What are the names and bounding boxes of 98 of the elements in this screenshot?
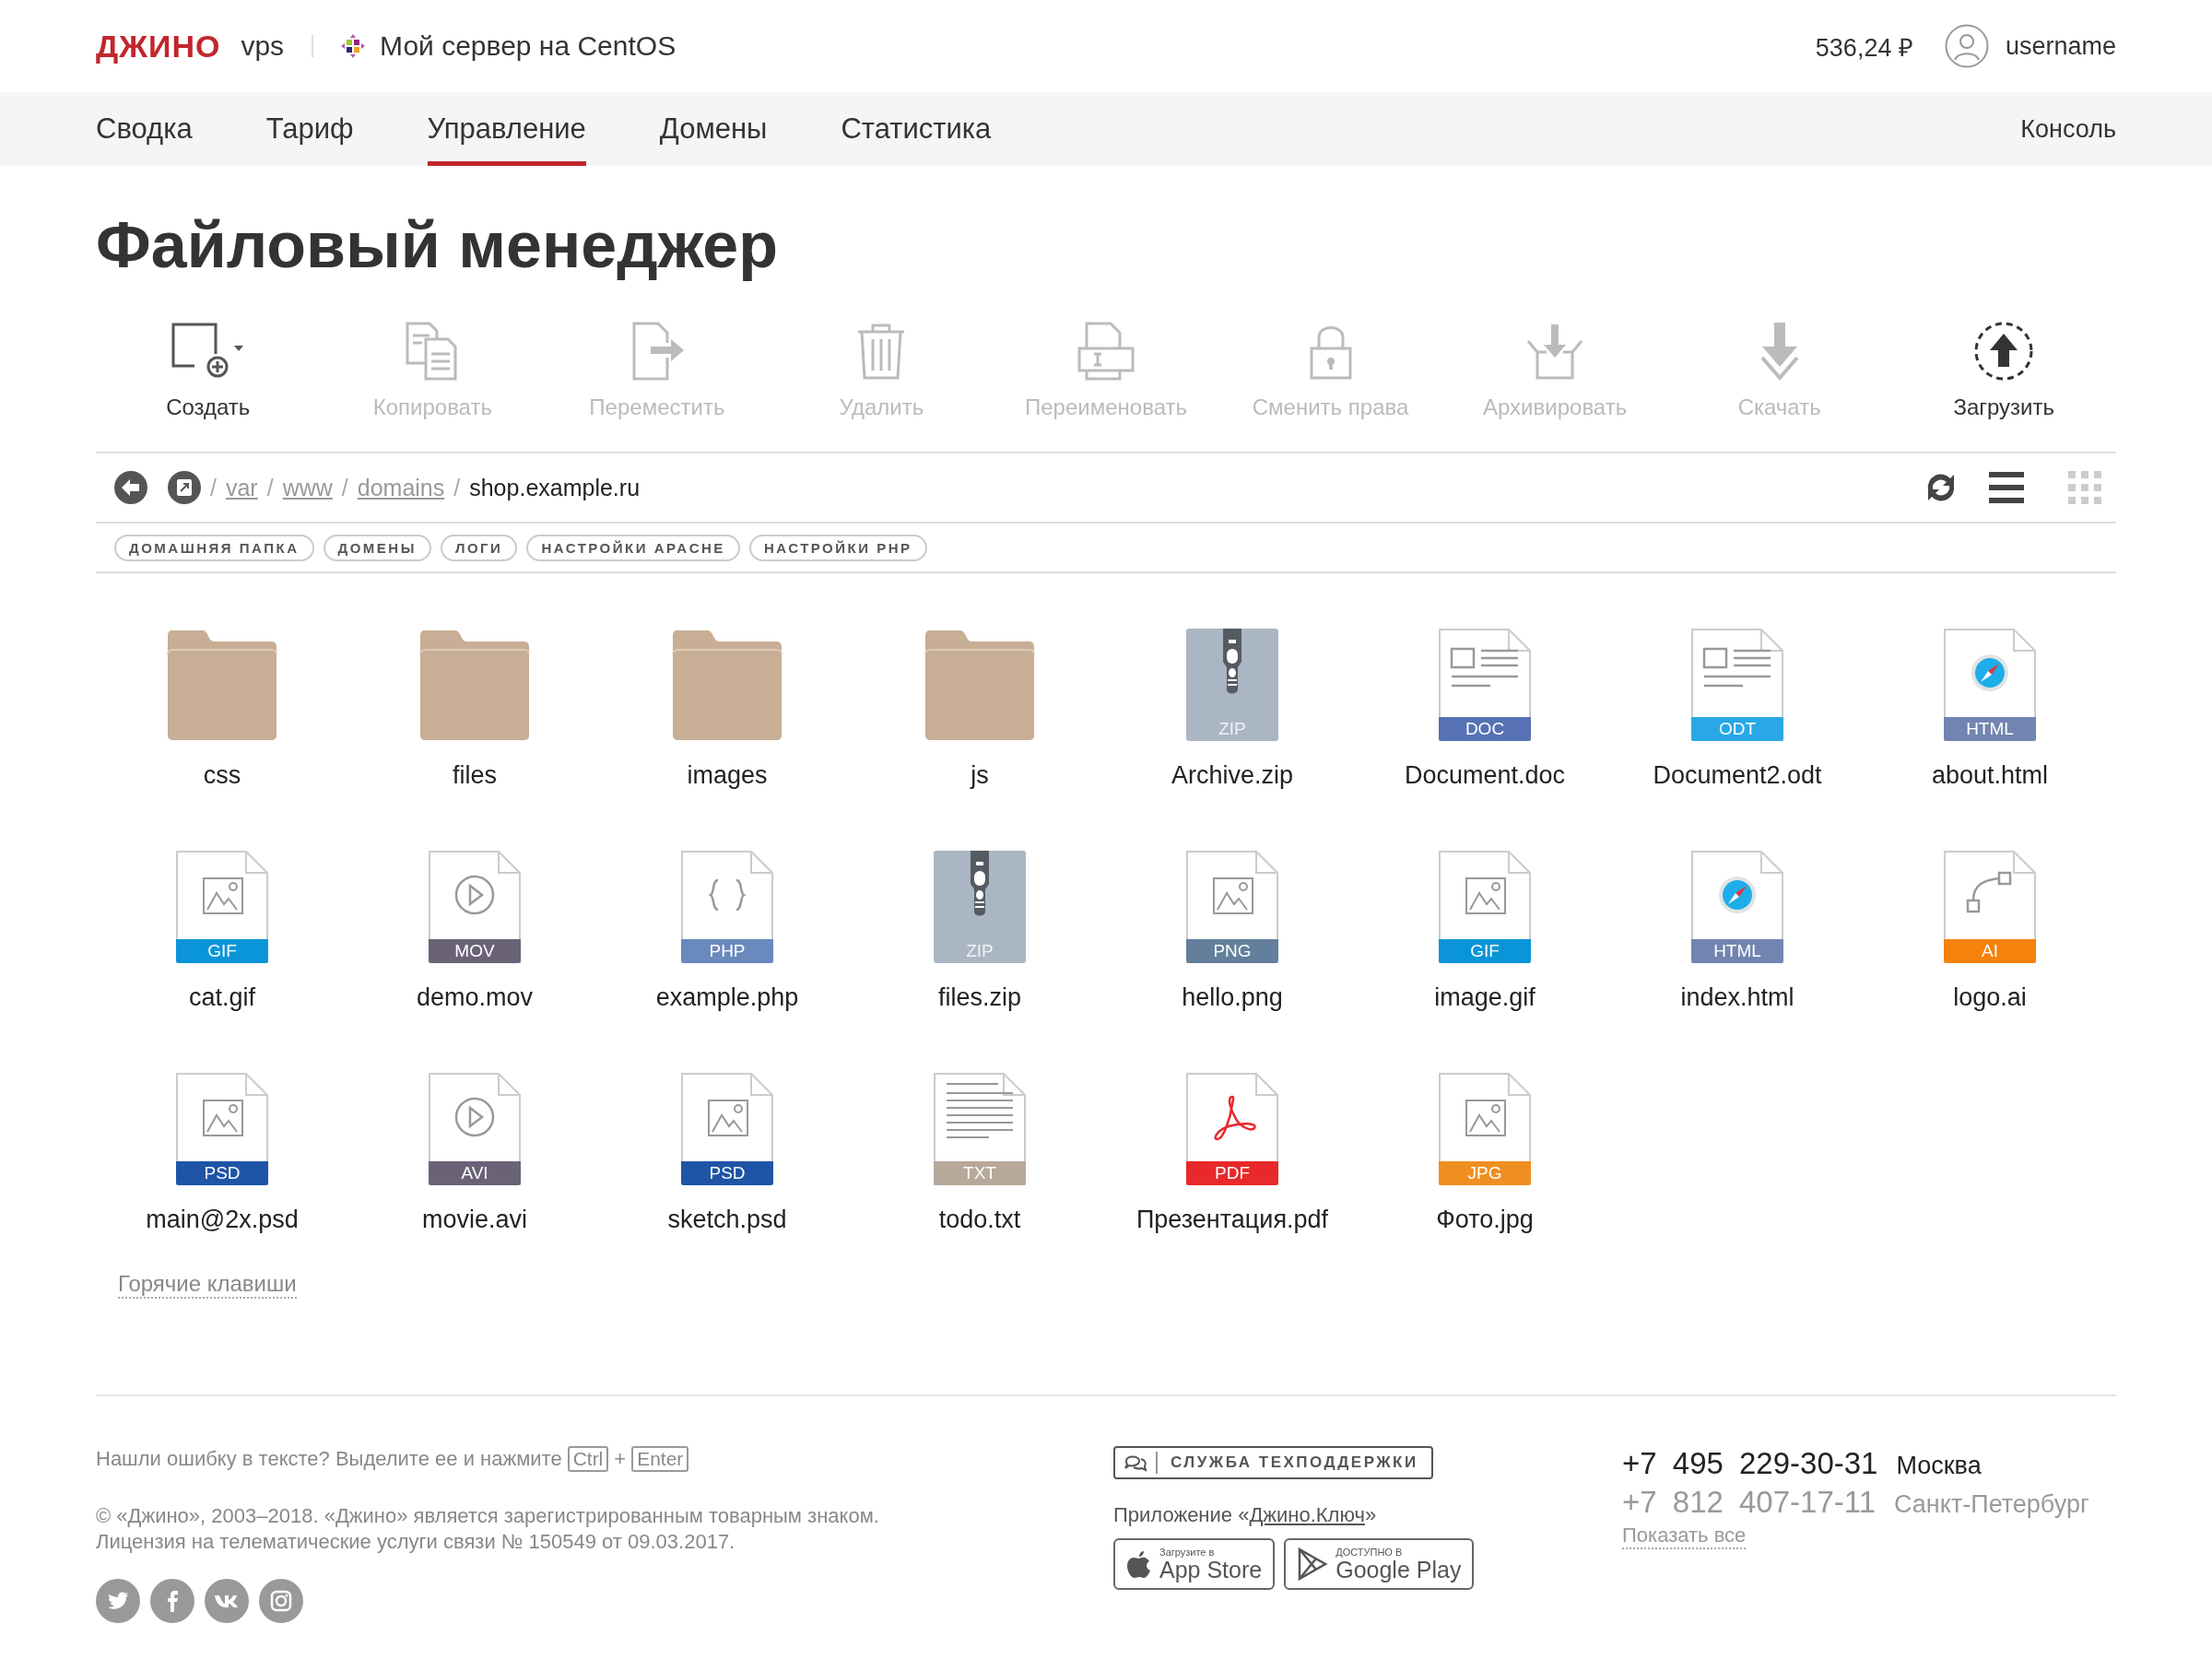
file-type-label: ZIP — [1218, 718, 1247, 740]
hotkeys-link[interactable]: Горячие клавиши — [118, 1271, 297, 1299]
file-name[interactable]: sketch.psd — [667, 1206, 787, 1234]
file-type-badge: PSD — [176, 1161, 268, 1185]
store-button[interactable]: ДОСТУПНО В Google Play — [1284, 1538, 1475, 1590]
logo[interactable]: ДЖИНО — [96, 28, 221, 65]
store-button[interactable]: Загрузите в App Store — [1113, 1538, 1276, 1590]
file-type-badge: PNG — [1186, 939, 1278, 963]
file-type-badge: HTML — [1691, 939, 1783, 963]
back-icon[interactable] — [114, 471, 147, 504]
facebook-icon[interactable] — [150, 1579, 194, 1623]
file-name[interactable]: about.html — [1931, 761, 2049, 790]
file-name[interactable]: Фото.jpg — [1436, 1206, 1534, 1234]
file-name[interactable]: cat.gif — [188, 983, 255, 1012]
file-type-badge: GIF — [176, 939, 268, 963]
support-button[interactable]: СЛУЖБА ТЕХПОДДЕРЖКИ — [1113, 1446, 1433, 1479]
folder-icon[interactable] — [166, 629, 278, 741]
archive-file-icon[interactable] — [934, 851, 1026, 963]
file-name[interactable]: files — [453, 761, 497, 790]
copyright-line: Лицензия на телематические услуги связи № 150549 от 09.03.2017. — [96, 1529, 736, 1555]
toolbar-button[interactable]: Создать — [96, 313, 321, 452]
file-name[interactable]: example.php — [655, 983, 799, 1012]
folder-icon[interactable] — [671, 629, 783, 741]
instagram-icon[interactable] — [259, 1579, 303, 1623]
file-name[interactable]: Archive.zip — [1171, 761, 1293, 790]
file-name[interactable]: Document.doc — [1404, 761, 1566, 790]
path-separator: / — [341, 474, 348, 501]
app-link[interactable]: Джино.Ключ — [1249, 1503, 1365, 1526]
page-title: Файловый менеджер — [96, 208, 779, 282]
file-name[interactable]: js — [971, 761, 989, 790]
file-name[interactable]: logo.ai — [1953, 983, 2027, 1012]
path-separator: / — [453, 474, 461, 501]
play-icon — [1297, 1547, 1329, 1581]
keyboard-key: Enter — [631, 1446, 689, 1472]
rename-icon — [1076, 321, 1136, 382]
file-type-badge: MOV — [429, 939, 521, 963]
file-name[interactable]: image.gif — [1434, 983, 1535, 1012]
bookmark-tag[interactable]: ЛОГИ — [440, 534, 518, 561]
apple-icon — [1126, 1549, 1152, 1579]
file-name[interactable]: css — [203, 761, 241, 790]
key-joiner: + — [614, 1447, 627, 1471]
upload-icon — [1973, 321, 2035, 382]
keyboard-key: Ctrl — [567, 1446, 609, 1472]
twitter-icon[interactable] — [96, 1579, 140, 1623]
phone-number[interactable]: +7 495 229-30-31 — [1622, 1446, 1878, 1481]
bookmark-tag[interactable]: НАСТРОЙКИ APACHE — [526, 534, 740, 561]
city-label: Санкт-Петербург — [1894, 1490, 2089, 1519]
balance[interactable]: 536,24 ₽ — [1815, 29, 1913, 64]
city-label: Москва — [1896, 1452, 1982, 1480]
file-type-badge: PHP — [681, 939, 773, 963]
file-name[interactable]: Презентация.pdf — [1135, 1206, 1329, 1234]
archive-file-icon[interactable] — [1186, 629, 1278, 741]
nav-tab[interactable]: Сводка — [96, 92, 193, 166]
avatar-icon[interactable] — [1944, 24, 1989, 68]
copyright-line: © «Джино», 2003–2018. «Джино» является зарегистрированным товарным знаком. — [96, 1503, 880, 1529]
nav-tab[interactable]: Тариф — [265, 92, 354, 166]
nav-tab[interactable]: Управление — [427, 92, 586, 166]
file-name[interactable]: hello.png — [1182, 983, 1283, 1012]
bookmark-tag[interactable]: ДОМЕНЫ — [323, 534, 431, 561]
folder-icon[interactable] — [418, 629, 531, 741]
file-name[interactable]: files.zip — [938, 983, 1021, 1012]
file-type-badge: HTML — [1944, 717, 2036, 741]
path-separator: / — [210, 474, 217, 501]
list-view-icon[interactable] — [1989, 472, 2024, 503]
file-type-label: ZIP — [965, 940, 994, 962]
bookmark-tag[interactable]: НАСТРОЙКИ PHP — [748, 534, 927, 561]
file-type-badge: ODT — [1691, 717, 1783, 741]
file-type-badge: PDF — [1186, 1161, 1278, 1185]
file-name[interactable]: demo.mov — [416, 983, 534, 1012]
file-name[interactable]: movie.avi — [421, 1206, 527, 1234]
path-separator: / — [266, 474, 274, 501]
file-name[interactable]: Document2.odt — [1653, 761, 1822, 790]
username[interactable]: username — [2005, 31, 2116, 61]
nav-tab[interactable]: Статистика — [841, 92, 992, 166]
file-type-badge: GIF — [1439, 939, 1531, 963]
os-logo-icon — [341, 34, 366, 58]
server-name[interactable]: Мой сервер на CentOS — [380, 30, 677, 62]
error-report-hint: Нашли ошибку в тексте? Выделите ее и нажмите — [96, 1447, 562, 1471]
file-type-badge: JPG — [1439, 1161, 1531, 1185]
file-name[interactable]: main@2x.psd — [146, 1206, 299, 1234]
bookmark-tag[interactable]: ДОМАШНЯЯ ПАПКА — [114, 534, 314, 561]
file-type-badge: DOC — [1439, 717, 1531, 741]
file-name[interactable]: index.html — [1680, 983, 1794, 1012]
folder-icon[interactable] — [924, 629, 1036, 741]
file-type-badge: AI — [1944, 939, 2036, 963]
file-name[interactable]: todo.txt — [938, 1206, 1021, 1234]
current-folder: shop.example.ru — [469, 474, 641, 501]
file-name[interactable]: images — [687, 761, 768, 790]
file-type-badge: TXT — [934, 1161, 1026, 1185]
product-label: vps — [241, 30, 285, 62]
file-type-badge: PSD — [681, 1161, 773, 1185]
console-link[interactable]: Консоль — [2020, 92, 2116, 166]
file-type-badge: AVI — [429, 1161, 521, 1185]
vk-icon[interactable] — [205, 1579, 249, 1623]
toolbar-button[interactable]: Загрузить — [1891, 313, 2116, 452]
home-icon[interactable] — [168, 471, 201, 504]
nav-tab[interactable]: Домены — [659, 92, 768, 166]
app-promo-text: Приложение «Джино.Ключ» — [1113, 1503, 1378, 1527]
